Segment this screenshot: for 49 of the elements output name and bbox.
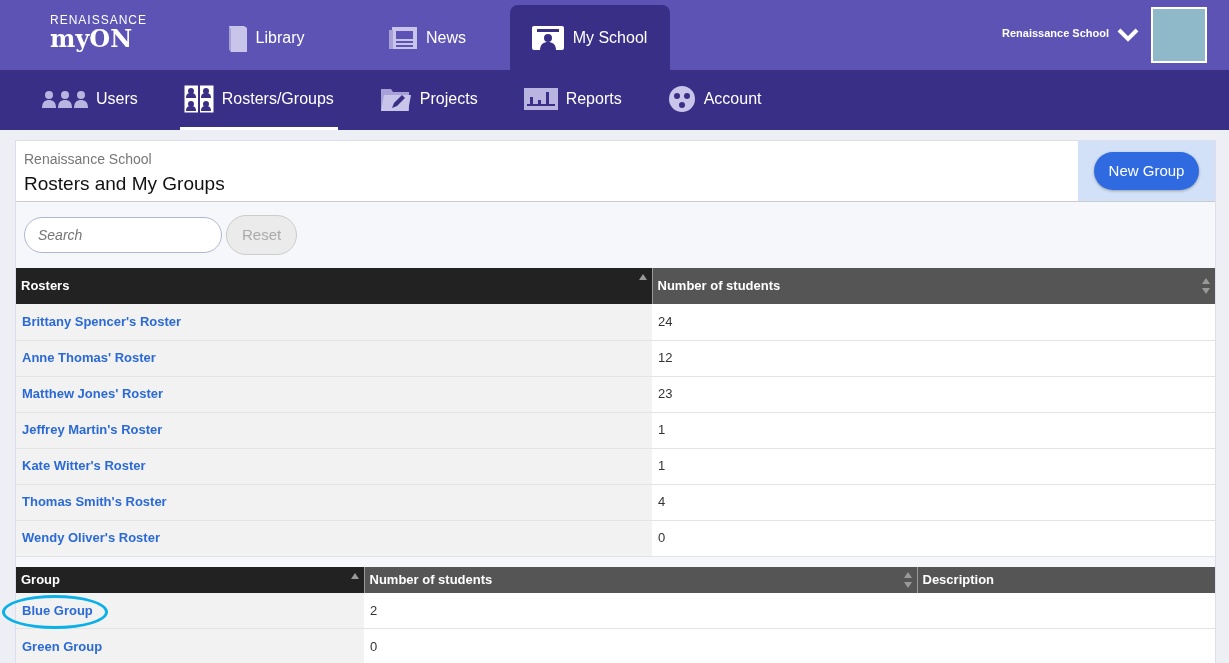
people-grid-icon [183, 84, 214, 113]
newspaper-icon [388, 25, 418, 50]
roster-link[interactable]: Kate Witter's Roster [22, 458, 146, 474]
table-cell: 2 [364, 592, 917, 629]
nav-tab[interactable]: Users [38, 70, 142, 130]
group-link[interactable]: Green Group [22, 638, 103, 654]
column-header[interactable]: Rosters [16, 268, 652, 304]
roster-link[interactable]: Wendy Oliver's Roster [22, 530, 160, 546]
main-tab[interactable]: My School [510, 5, 670, 70]
sort-icon[interactable] [903, 571, 912, 588]
sort-icon[interactable] [1202, 278, 1210, 294]
nav-tab[interactable]: Projects [375, 70, 482, 130]
people-icon [42, 88, 88, 109]
roster-link[interactable]: Thomas Smith's Roster [22, 494, 167, 510]
main-tab[interactable]: Library [186, 5, 346, 70]
column-header[interactable]: Number of students [364, 566, 917, 593]
roster-link[interactable]: Matthew Jones' Roster [22, 386, 164, 402]
group-link[interactable]: Blue Group [22, 602, 93, 618]
table-cell: 0 [364, 628, 917, 663]
new-group-button[interactable]: New Group [1093, 151, 1200, 191]
sort-up-icon[interactable] [350, 572, 359, 579]
nav-tab[interactable]: Account [663, 70, 766, 130]
table-cell: 0 [652, 520, 1215, 556]
column-header[interactable]: Group [16, 566, 364, 593]
table-cell: 12 [652, 340, 1215, 376]
logo-wordmark: myON [50, 26, 134, 53]
table-cell: 23 [652, 376, 1215, 412]
chevron-down-icon[interactable] [1117, 28, 1139, 42]
roster-link[interactable]: Brittany Spencer's Roster [22, 314, 182, 329]
dots-circle-icon [667, 84, 696, 113]
person-board-icon [530, 24, 565, 51]
table-cell: 1 [652, 412, 1215, 448]
sort-up-icon[interactable] [638, 274, 647, 280]
search-field[interactable]: Search [24, 217, 222, 253]
nav-tab[interactable]: Reports [519, 70, 626, 130]
logo-text: RENAISSANCE [50, 14, 149, 26]
table-cell: 4 [652, 484, 1215, 520]
roster-link[interactable]: Anne Thomas' Roster [22, 350, 156, 366]
page-title: Rosters and My Groups [24, 172, 226, 196]
table-cell: 24 [652, 304, 1215, 340]
column-header[interactable]: Number of students [652, 268, 1215, 304]
page-subtitle: Renaissance School [24, 150, 153, 169]
table-cell: 1 [652, 448, 1215, 484]
user-name: Renaissance School [1002, 26, 1109, 41]
roster-link[interactable]: Jeffrey Martin's Roster [22, 422, 163, 438]
main-tab[interactable]: News [348, 5, 508, 70]
column-header[interactable]: Description [917, 566, 1215, 593]
nav-tab[interactable]: Rosters/Groups [179, 70, 338, 130]
bar-chart-icon [523, 86, 558, 111]
